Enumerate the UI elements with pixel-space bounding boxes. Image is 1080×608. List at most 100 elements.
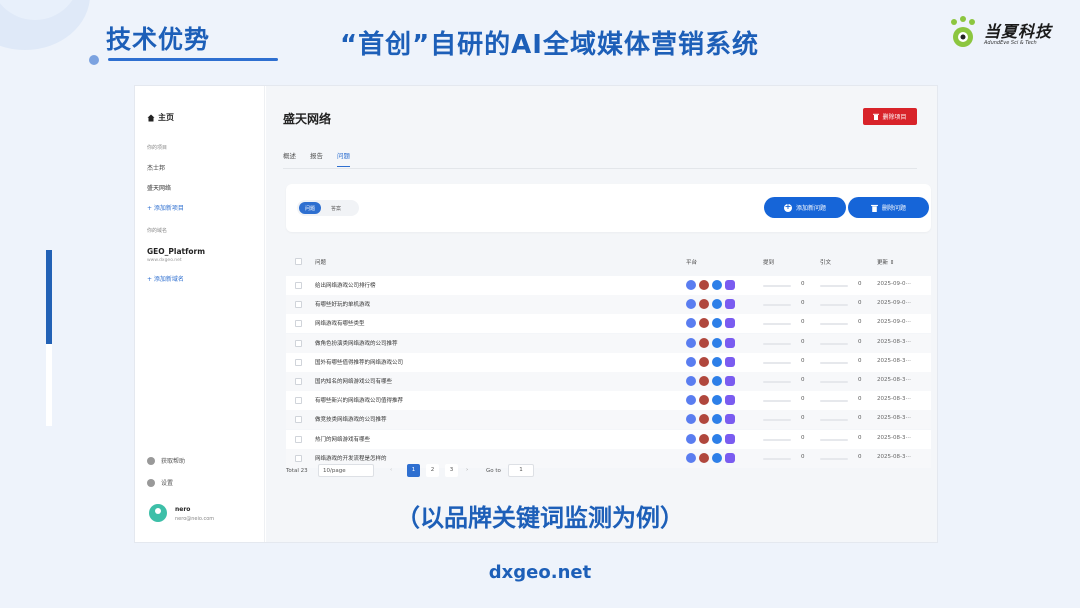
- sidebar-settings-label: 设置: [161, 480, 174, 487]
- toggle-questions[interactable]: 问题: [299, 202, 322, 214]
- table-row[interactable]: 有哪些新兴的网络游戏公司值得推荐 0 0 2025-08-3⋯: [286, 391, 931, 411]
- table-row[interactable]: 做竞技类网络游戏的公司推荐 0 0 2025-08-3⋯: [286, 410, 931, 430]
- projects-section-label: 你的项目: [147, 145, 168, 151]
- row-checkbox[interactable]: [295, 301, 302, 309]
- trash-icon: [873, 113, 880, 120]
- prev-page-icon[interactable]: ‹: [390, 467, 392, 473]
- mention-bar: [763, 400, 791, 403]
- row-checkbox[interactable]: [295, 320, 302, 328]
- platform-3-icon: [712, 337, 722, 348]
- title-dot: [89, 55, 99, 65]
- delete-project-label: 删除项目: [882, 114, 907, 121]
- select-all-checkbox[interactable]: [295, 258, 302, 265]
- mention-bar: [763, 361, 791, 364]
- row-checkbox[interactable]: [295, 454, 302, 462]
- mention-bar: [763, 304, 791, 307]
- table-row[interactable]: 有哪些好玩的单机游戏 0 0 2025-09-0⋯: [286, 295, 931, 315]
- col-updated[interactable]: 更新 ⇕: [877, 258, 894, 266]
- page-3[interactable]: 3: [445, 464, 458, 477]
- platform-2-icon: [699, 452, 709, 463]
- citation-count: 0: [858, 377, 862, 383]
- platform-2-icon: [699, 280, 709, 290]
- platform-4-icon: [725, 299, 735, 310]
- table-row[interactable]: 网络游戏有哪些类型 0 0 2025-09-0⋯: [286, 314, 931, 334]
- mention-count: 0: [801, 396, 805, 403]
- col-platform: 平台: [686, 260, 698, 266]
- domains-section-label: 你的域名: [147, 228, 168, 234]
- platform-1-icon: [686, 395, 696, 406]
- table-row[interactable]: 热门的网络游戏有哪些 0 0 2025-08-3⋯: [286, 429, 931, 449]
- trash-icon: [871, 204, 878, 212]
- updated-date: 2025-09-0⋯: [877, 281, 911, 287]
- sidebar-domain-name[interactable]: GEO_Platform: [147, 247, 205, 256]
- section-title: 技术优势: [106, 25, 211, 54]
- platform-4-icon: [725, 337, 735, 348]
- help-icon: [147, 456, 155, 465]
- platform-icons: [686, 337, 735, 348]
- add-question-label: 添加新问题: [795, 205, 826, 212]
- table-row[interactable]: 给出网络游戏公司排行榜 0 0 2025-09-0⋯: [286, 276, 931, 295]
- row-checkbox[interactable]: [295, 397, 302, 405]
- platform-4-icon: [725, 318, 735, 329]
- mention-bar: [763, 342, 791, 345]
- goto-input[interactable]: 1: [508, 464, 534, 477]
- row-checkbox[interactable]: [295, 339, 302, 347]
- toggle-answers[interactable]: 答案: [325, 202, 347, 214]
- question-text: 给出网络游戏公司排行榜: [315, 283, 376, 289]
- citation-bar: [820, 342, 848, 345]
- row-checkbox[interactable]: [295, 416, 302, 424]
- platform-3-icon: [712, 318, 722, 329]
- sidebar-help[interactable]: 获取帮助: [147, 456, 185, 465]
- citation-bar: [820, 400, 848, 403]
- main-panel: 盛天网络 删除项目 概述 报告 问题 问题 答案 添加新问题 删除问题: [266, 86, 937, 542]
- page-1[interactable]: 1: [407, 464, 420, 477]
- mention-count: 0: [801, 357, 805, 364]
- sidebar-settings[interactable]: 设置: [147, 478, 173, 487]
- mention-bar: [763, 323, 791, 326]
- tab-report[interactable]: 报告: [310, 150, 323, 167]
- slide-caption: （以品牌关键词监测为例）: [396, 504, 684, 532]
- tab-overview[interactable]: 概述: [283, 150, 296, 167]
- sidebar-home[interactable]: 主页: [147, 112, 174, 123]
- add-domain-link[interactable]: + 添加新域名: [147, 274, 184, 283]
- platform-1-icon: [686, 337, 696, 348]
- citation-bar: [820, 304, 848, 307]
- row-checkbox[interactable]: [295, 358, 302, 366]
- question-text: 国内知名的网络游戏公司有哪些: [315, 379, 393, 385]
- mention-bar: [763, 381, 791, 383]
- row-checkbox[interactable]: [295, 378, 302, 385]
- citation-count: 0: [858, 396, 862, 403]
- next-page-icon[interactable]: ›: [466, 467, 468, 473]
- platform-3-icon: [712, 452, 722, 463]
- updated-date: 2025-08-3⋯: [877, 338, 911, 345]
- title-underline: [108, 58, 278, 61]
- citation-count: 0: [858, 300, 862, 307]
- page-2[interactable]: 2: [426, 464, 439, 477]
- table-row[interactable]: 国外有哪些值得推荐的网络游戏公司 0 0 2025-08-3⋯: [286, 352, 931, 372]
- delete-question-button[interactable]: 删除问题: [848, 197, 929, 218]
- page-size-select[interactable]: 10/page: [318, 464, 374, 477]
- row-checkbox[interactable]: [295, 435, 302, 443]
- toolbar: 问题 答案 添加新问题 删除问题: [286, 184, 931, 232]
- tab-questions[interactable]: 问题: [337, 150, 350, 167]
- table-row[interactable]: 做角色扮演类网络游戏的公司推荐 0 0 2025-08-3⋯: [286, 333, 931, 353]
- citation-bar: [820, 361, 848, 364]
- add-question-button[interactable]: 添加新问题: [764, 197, 846, 218]
- col-mention: 提到: [763, 260, 775, 266]
- sidebar-project-1[interactable]: 杰士邦: [147, 163, 165, 172]
- pagination-total: Total 23: [286, 468, 308, 474]
- citation-count: 0: [858, 357, 862, 364]
- platform-icons: [686, 356, 735, 367]
- mention-count: 0: [801, 338, 805, 345]
- platform-1-icon: [686, 318, 696, 329]
- platform-1-icon: [686, 356, 696, 367]
- platform-icons: [686, 395, 735, 406]
- add-project-link[interactable]: + 添加新项目: [147, 203, 184, 212]
- row-checkbox[interactable]: [295, 282, 302, 289]
- citation-count: 0: [858, 319, 862, 326]
- updated-date: 2025-09-0⋯: [877, 319, 911, 326]
- sidebar-project-2[interactable]: 盛天网络: [147, 183, 171, 192]
- delete-project-button[interactable]: 删除项目: [863, 108, 917, 125]
- platform-1-icon: [686, 299, 696, 310]
- table-row[interactable]: 国内知名的网络游戏公司有哪些 0 0 2025-08-3⋯: [286, 372, 931, 391]
